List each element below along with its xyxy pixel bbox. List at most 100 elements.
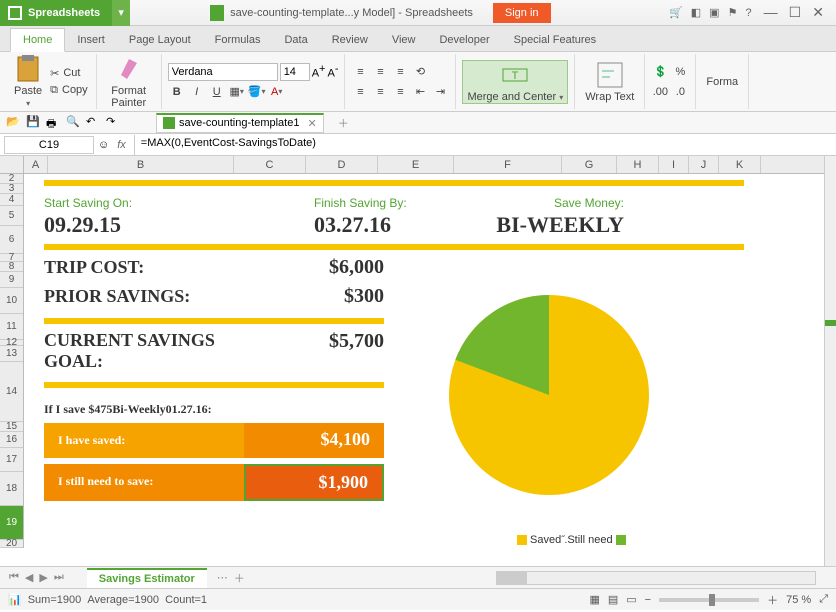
save-icon[interactable]: 💾 bbox=[26, 115, 42, 131]
align-left-button[interactable]: ≡ bbox=[351, 83, 369, 101]
zoom-in-button[interactable]: ＋ bbox=[767, 592, 778, 608]
inc-decimal-button[interactable]: .00 bbox=[651, 83, 669, 101]
app-menu-dropdown[interactable]: ▾ bbox=[112, 0, 130, 26]
feedback-icon[interactable]: ⚑ bbox=[728, 6, 738, 19]
border-button[interactable]: ▦▾ bbox=[228, 83, 246, 101]
view-reading-icon[interactable]: ▭ bbox=[626, 593, 636, 606]
align-right-button[interactable]: ≡ bbox=[391, 83, 409, 101]
zoom-slider[interactable] bbox=[659, 598, 759, 602]
prior-savings-value[interactable]: $300 bbox=[254, 285, 384, 308]
formula-input[interactable]: =MAX(0,EventCost-SavingsToDate) bbox=[134, 135, 836, 155]
savings-goal-value[interactable]: $5,700 bbox=[254, 330, 384, 353]
col-header-I[interactable]: I bbox=[659, 156, 689, 173]
col-header-C[interactable]: C bbox=[234, 156, 306, 173]
col-header-D[interactable]: D bbox=[306, 156, 378, 173]
pie-chart[interactable] bbox=[444, 290, 654, 503]
tab-view[interactable]: View bbox=[380, 29, 428, 51]
row-header-3[interactable]: 3 bbox=[0, 184, 23, 194]
redo-icon[interactable]: ↷ bbox=[106, 115, 122, 131]
align-mid-button[interactable]: ≡ bbox=[371, 63, 389, 81]
cart-icon[interactable]: 🛒 bbox=[669, 6, 683, 19]
grow-font-button[interactable]: A+ bbox=[312, 63, 326, 80]
row-header-9[interactable]: 9 bbox=[0, 272, 23, 288]
format-painter-button[interactable]: Format Painter bbox=[103, 55, 155, 109]
vertical-scrollbar[interactable] bbox=[824, 156, 836, 566]
tab-insert[interactable]: Insert bbox=[65, 29, 117, 51]
paste-button[interactable]: Paste▾ bbox=[10, 55, 46, 108]
fontcolor-button[interactable]: A▾ bbox=[268, 83, 286, 101]
col-header-A[interactable]: A bbox=[24, 156, 48, 173]
maximize-button[interactable]: ☐ bbox=[785, 4, 806, 20]
indent-dec-button[interactable]: ⇤ bbox=[411, 83, 429, 101]
sheet-nav-first[interactable]: ⏮ bbox=[6, 571, 22, 584]
row-header-13[interactable]: 13 bbox=[0, 346, 23, 362]
sheet-nav-next[interactable]: ▶ bbox=[36, 571, 50, 584]
row-header-5[interactable]: 5 bbox=[0, 206, 23, 226]
sheet-options-icon[interactable]: ⋯ bbox=[217, 571, 228, 584]
col-header-J[interactable]: J bbox=[689, 156, 719, 173]
indent-inc-button[interactable]: ⇥ bbox=[431, 83, 449, 101]
italic-button[interactable]: I bbox=[188, 83, 206, 101]
sheet-nav-last[interactable]: ⏭ bbox=[51, 571, 67, 584]
row-header-10[interactable]: 10 bbox=[0, 288, 23, 314]
percent-button[interactable]: % bbox=[671, 63, 689, 81]
cut-button[interactable]: ✂Cut bbox=[48, 66, 90, 81]
row-header-16[interactable]: 16 bbox=[0, 432, 23, 448]
row-header-6[interactable]: 6 bbox=[0, 226, 23, 254]
view-page-icon[interactable]: ▤ bbox=[608, 593, 618, 606]
tab-formulas[interactable]: Formulas bbox=[203, 29, 273, 51]
tab-review[interactable]: Review bbox=[320, 29, 380, 51]
need-value-selected-cell[interactable]: $1,900 bbox=[244, 464, 384, 501]
align-center-button[interactable]: ≡ bbox=[371, 83, 389, 101]
start-date-value[interactable]: 09.29.15 bbox=[44, 212, 314, 238]
row-header-14[interactable]: 14 bbox=[0, 362, 23, 422]
close-doc-icon[interactable]: ✕ bbox=[307, 117, 316, 130]
fillcolor-button[interactable]: 🪣▾ bbox=[248, 83, 266, 101]
skin-icon[interactable]: ▣ bbox=[709, 6, 719, 19]
tab-developer[interactable]: Developer bbox=[427, 29, 501, 51]
copy-button[interactable]: ⧉Copy bbox=[48, 83, 90, 98]
print-icon[interactable]: 🖶 bbox=[46, 115, 62, 131]
spreadsheet-grid[interactable]: ABCDEFGHIJK 2345678910111213141516171819… bbox=[0, 156, 836, 566]
undo-icon[interactable]: ↶ bbox=[86, 115, 102, 131]
tab-home[interactable]: Home bbox=[10, 28, 65, 52]
frequency-value[interactable]: BI-WEEKLY bbox=[474, 212, 624, 238]
zoom-out-button[interactable]: − bbox=[645, 594, 651, 606]
align-bot-button[interactable]: ≡ bbox=[391, 63, 409, 81]
app-logo[interactable]: Spreadsheets bbox=[0, 0, 112, 26]
signin-button[interactable]: Sign in bbox=[493, 3, 551, 23]
stats-icon[interactable]: 📊 bbox=[8, 593, 22, 606]
align-top-button[interactable]: ≡ bbox=[351, 63, 369, 81]
sheet-nav-prev[interactable]: ◀ bbox=[22, 571, 36, 584]
tab-special[interactable]: Special Features bbox=[502, 29, 609, 51]
saved-value[interactable]: $4,100 bbox=[244, 423, 384, 458]
row-header-15[interactable]: 15 bbox=[0, 422, 23, 432]
col-header-F[interactable]: F bbox=[454, 156, 562, 173]
finish-date-value[interactable]: 03.27.16 bbox=[314, 212, 474, 238]
document-tab[interactable]: save-counting-template1 ✕ bbox=[156, 113, 324, 133]
new-doc-button[interactable]: ＋ bbox=[338, 115, 349, 131]
row-header-4[interactable]: 4 bbox=[0, 194, 23, 206]
sheet-tab-active[interactable]: Savings Estimator bbox=[87, 568, 207, 588]
col-header-K[interactable]: K bbox=[719, 156, 761, 173]
col-header-G[interactable]: G bbox=[562, 156, 617, 173]
underline-button[interactable]: U bbox=[208, 83, 226, 101]
theme-icon[interactable]: ◧ bbox=[691, 6, 701, 19]
currency-button[interactable]: 💲 bbox=[651, 63, 669, 81]
minimize-button[interactable]: — bbox=[760, 4, 782, 20]
row-header-20[interactable]: 20 bbox=[0, 540, 23, 548]
row-header-19[interactable]: 19 bbox=[0, 506, 23, 540]
zoom-level[interactable]: 75 % bbox=[786, 594, 811, 606]
whatsnew-icon[interactable]: ? bbox=[745, 7, 751, 19]
col-header-B[interactable]: B bbox=[48, 156, 234, 173]
shrink-font-button[interactable]: A- bbox=[327, 63, 338, 80]
row-header-18[interactable]: 18 bbox=[0, 472, 23, 506]
fn-icon[interactable]: ☺ bbox=[98, 139, 109, 151]
fontsize-select[interactable] bbox=[280, 63, 310, 81]
format-button[interactable]: Forma bbox=[702, 76, 742, 88]
bold-button[interactable]: B bbox=[168, 83, 186, 101]
dec-decimal-button[interactable]: .0 bbox=[671, 83, 689, 101]
select-all-corner[interactable] bbox=[0, 156, 24, 173]
open-icon[interactable]: 📂 bbox=[6, 115, 22, 131]
tab-data[interactable]: Data bbox=[272, 29, 319, 51]
